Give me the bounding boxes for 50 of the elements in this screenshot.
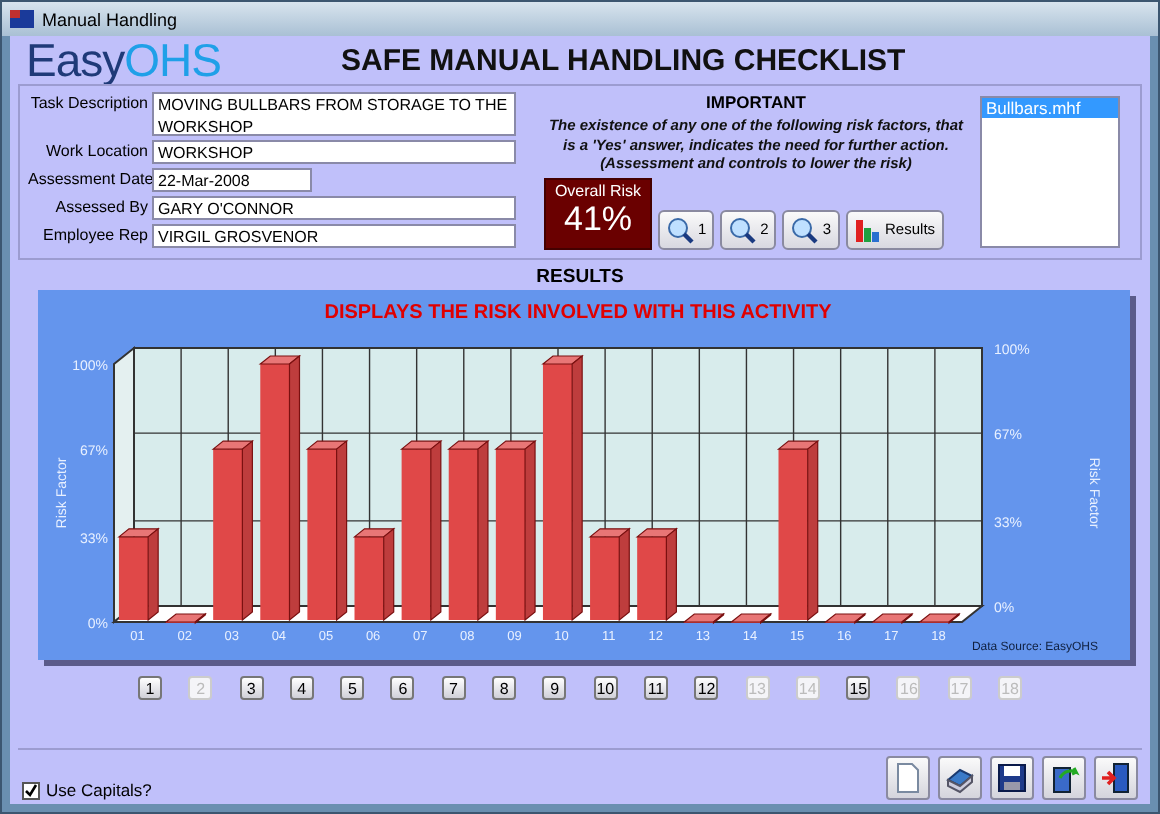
section-title: RESULTS (534, 266, 626, 288)
factor-button[interactable]: 1 (138, 676, 162, 700)
open-button[interactable] (1042, 756, 1086, 800)
chart-bar (354, 536, 384, 620)
factor-button[interactable]: 7 (441, 676, 466, 700)
flag-icon (10, 10, 34, 28)
magnifier-icon (728, 215, 757, 243)
chart-bar (590, 536, 620, 620)
input-field[interactable]: VIRGIL GROSVENOR (152, 224, 516, 248)
factor-button[interactable]: 15 (846, 676, 871, 700)
field-label: Assessed By (53, 196, 148, 216)
factor-button[interactable]: 9 (542, 676, 567, 700)
notice-title: IMPORTANT (706, 92, 806, 112)
new-button[interactable] (886, 756, 930, 800)
logo-text: Easy (26, 33, 125, 87)
risk-label: Overall Risk (554, 181, 642, 199)
factor-button[interactable]: 10 (593, 676, 618, 700)
exit-button[interactable] (1094, 756, 1138, 800)
factor-button[interactable]: 3 (239, 676, 264, 700)
factor-button[interactable]: 4 (289, 676, 314, 700)
magnifier-icon (666, 215, 694, 243)
page-heading: SAFE MANUAL HANDLING CHECKLIST (340, 43, 906, 77)
window-title: Manual Handling (42, 9, 178, 29)
chart-bar (118, 536, 149, 620)
factor-button[interactable]: 11 (643, 676, 668, 700)
chart-bar (637, 536, 667, 620)
logo-text: OHS (124, 33, 221, 87)
print-button[interactable] (938, 756, 982, 800)
checkbox[interactable] (22, 781, 40, 799)
field-label: Work Location (44, 140, 148, 160)
chart-title: DISPLAYS THE RISK INVOLVED WITH THIS ACTIVITY (324, 302, 832, 324)
field-label: Assessment Date (28, 168, 148, 188)
save-button[interactable] (990, 756, 1034, 800)
exit-door-icon (1100, 762, 1132, 794)
factor-button[interactable]: 5 (340, 676, 365, 700)
factor-button[interactable]: 6 (390, 676, 415, 700)
input-field[interactable]: GARY O'CONNOR (152, 196, 516, 220)
magnifier-icon (790, 215, 819, 243)
checkbox-label: Use Capitals? (46, 780, 152, 800)
blank-page-icon (892, 762, 924, 794)
input-field[interactable]: WORKSHOP (152, 140, 516, 164)
factor-button[interactable]: 12 (694, 676, 719, 700)
risk-value: 41% (563, 199, 633, 239)
input-field[interactable]: 22-Mar-2008 (152, 168, 312, 192)
field-label: Employee Rep (41, 224, 148, 244)
input-field[interactable]: MOVING BULLBARS FROM STORAGE TO THE WORKSHOP (152, 92, 516, 136)
folder-arrow-icon (1048, 762, 1080, 794)
bar-chart-icon (853, 215, 882, 243)
field-label: Task Description (28, 92, 148, 112)
factor-button[interactable]: 8 (492, 676, 517, 700)
